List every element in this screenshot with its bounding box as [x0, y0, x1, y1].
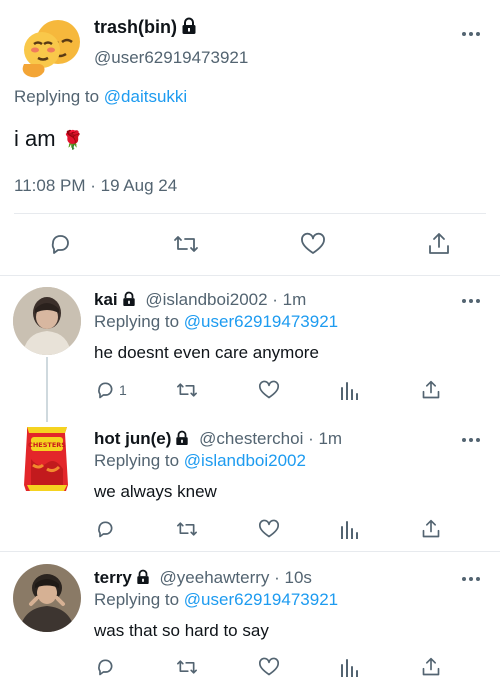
main-tweet-timestamp: 11:08 PM · 19 Aug 24	[14, 176, 178, 195]
lock-icon	[137, 569, 149, 584]
retweet-button[interactable]	[176, 657, 198, 677]
reply-header: hot jun(e) @chesterchoi · 1m	[94, 429, 342, 449]
analytics-icon	[341, 521, 358, 539]
more-options-icon[interactable]	[462, 575, 484, 583]
reply-header: terry @yeehawterry · 10s	[94, 568, 312, 588]
relative-time: · 1m	[308, 429, 343, 448]
share-button[interactable]	[427, 231, 451, 257]
share-button[interactable]	[421, 379, 441, 401]
reply-icon	[98, 382, 113, 399]
heart-icon	[258, 380, 280, 399]
more-options-icon[interactable]	[462, 297, 484, 305]
retweet-icon	[176, 660, 197, 674]
reply-button[interactable]	[48, 232, 72, 256]
main-tweet-text: i am 🌹	[14, 126, 85, 151]
display-name[interactable]: terry	[94, 568, 132, 587]
lock-icon	[176, 430, 189, 445]
main-tweet-avatar[interactable]	[14, 12, 84, 82]
user-photo-icon	[13, 287, 81, 355]
reply-text: we always knew	[94, 482, 217, 501]
replying-to-link[interactable]: @islandboi2002	[184, 451, 306, 470]
like-button[interactable]	[258, 380, 280, 400]
like-button[interactable]	[258, 519, 280, 539]
reply-button[interactable]: 1	[95, 380, 127, 400]
rose-emoji: 🌹	[61, 130, 85, 150]
lock-icon	[182, 17, 196, 34]
retweet-icon	[176, 383, 197, 397]
analytics-icon	[341, 382, 358, 400]
share-icon	[429, 233, 449, 254]
thread-line	[46, 357, 48, 422]
like-button[interactable]	[258, 657, 280, 677]
share-button[interactable]	[421, 518, 441, 540]
handle[interactable]: @chesterchoi	[199, 429, 303, 448]
relative-time: · 10s	[274, 568, 312, 587]
analytics-icon	[341, 659, 358, 677]
analytics-button[interactable]	[340, 657, 358, 677]
main-tweet-replying-line: Replying to @daitsukki	[14, 87, 188, 106]
replying-line: Replying to @user62919473921	[94, 312, 339, 331]
reply-text: he doesnt even care anymore	[94, 343, 319, 362]
reply-icon	[98, 659, 113, 676]
share-icon	[422, 380, 440, 399]
share-button[interactable]	[421, 656, 441, 678]
retweet-button[interactable]	[173, 232, 199, 256]
reply-icon	[98, 521, 113, 538]
divider	[0, 275, 500, 276]
retweet-button[interactable]	[176, 380, 198, 400]
lock-icon	[122, 291, 135, 306]
divider	[14, 213, 486, 214]
replying-line: Replying to @user62919473921	[94, 590, 339, 609]
handle[interactable]: @islandboi2002	[145, 290, 267, 309]
heart-icon	[258, 657, 280, 676]
handle[interactable]: @yeehawterry	[160, 568, 270, 587]
like-button[interactable]	[300, 232, 326, 256]
replying-line: Replying to @islandboi2002	[94, 451, 306, 470]
retweet-button[interactable]	[176, 519, 198, 539]
retweet-icon	[176, 522, 197, 536]
reply-text: was that so hard to say	[94, 621, 269, 640]
reply-count: 1	[119, 382, 127, 398]
replying-to-link[interactable]: @user62919473921	[184, 590, 338, 609]
avatar[interactable]: CHESTERS	[13, 425, 81, 493]
main-tweet-display-name[interactable]: trash(bin)	[94, 17, 197, 38]
divider	[0, 551, 500, 552]
user-photo-icon	[13, 564, 81, 632]
analytics-button[interactable]	[340, 380, 358, 400]
avatar[interactable]	[13, 287, 81, 355]
display-name[interactable]: hot jun(e)	[94, 429, 171, 448]
reply-header: kai @islandboi2002 · 1m	[94, 290, 306, 310]
share-icon	[422, 657, 440, 676]
relative-time: · 1m	[272, 290, 307, 309]
replying-to-link[interactable]: @user62919473921	[184, 312, 338, 331]
chips-bag-icon: CHESTERS	[24, 427, 68, 491]
avatar-brand-text: CHESTERS	[28, 441, 66, 449]
reply-button[interactable]	[95, 519, 115, 539]
avatar[interactable]	[13, 564, 81, 632]
heart-icon	[301, 232, 325, 254]
reply-button[interactable]	[95, 657, 115, 677]
replying-to-link[interactable]: @daitsukki	[104, 87, 187, 106]
more-options-icon[interactable]	[462, 436, 484, 444]
share-icon	[422, 519, 440, 538]
display-name[interactable]: kai	[94, 290, 118, 309]
more-options-icon[interactable]	[462, 30, 484, 38]
emoji-face-icon	[22, 20, 80, 78]
main-tweet-handle[interactable]: @user62919473921	[94, 48, 248, 68]
retweet-icon	[174, 236, 198, 252]
heart-icon	[258, 519, 280, 538]
reply-icon	[51, 235, 69, 254]
analytics-button[interactable]	[340, 519, 358, 539]
